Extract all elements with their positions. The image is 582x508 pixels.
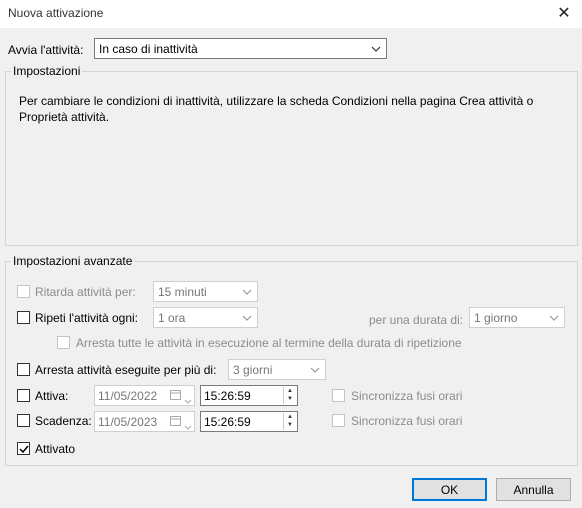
expire-checkbox[interactable]	[17, 414, 30, 427]
delay-label: Ritarda attività per:	[35, 285, 136, 299]
settings-group-label: Impostazioni	[11, 64, 83, 78]
stop-longer-checkbox[interactable]	[17, 363, 30, 376]
settings-description: Per cambiare le condizioni di inattività…	[19, 94, 534, 124]
spin-up-icon[interactable]: ▲	[284, 413, 296, 421]
delay-checkbox[interactable]	[17, 285, 30, 298]
activate-date-picker[interactable]: 11/05/2022	[94, 385, 195, 406]
spin-down-icon[interactable]: ▼	[284, 421, 296, 429]
repeat-value: 1 ora	[158, 310, 186, 325]
expire-time-field[interactable]: 15:26:59 ▲ ▼	[200, 411, 298, 432]
delay-value: 15 minuti	[158, 284, 207, 299]
calendar-icon	[170, 415, 181, 429]
duration-label: per una durata di:	[369, 313, 464, 327]
advanced-group-label: Impostazioni avanzate	[11, 254, 135, 268]
stop-longer-value: 3 giorni	[233, 362, 273, 377]
stop-all-checkbox[interactable]	[57, 336, 70, 349]
expire-sync-label: Sincronizza fusi orari	[351, 414, 463, 428]
close-icon[interactable]: ✕	[550, 2, 578, 24]
chevron-down-icon	[239, 282, 255, 301]
delay-select[interactable]: 15 minuti	[153, 281, 258, 302]
repeat-label: Ripeti l'attività ogni:	[35, 311, 139, 325]
ok-button[interactable]: OK	[412, 478, 487, 501]
trigger-select-value: In caso di inattività	[99, 41, 198, 56]
trigger-select[interactable]: In caso di inattività	[94, 38, 387, 59]
activate-time-value: 15:26:59	[204, 388, 251, 403]
activate-label: Attiva:	[35, 389, 69, 403]
stop-longer-select[interactable]: 3 giorni	[228, 359, 326, 380]
activate-checkbox[interactable]	[17, 389, 30, 402]
enabled-label: Attivato	[35, 442, 76, 456]
repeat-checkbox[interactable]	[17, 311, 30, 324]
trigger-label: Avvia l'attività:	[8, 43, 84, 57]
time-spinner[interactable]: ▲ ▼	[283, 413, 296, 430]
spin-up-icon[interactable]: ▲	[284, 387, 296, 395]
expire-label: Scadenza:	[35, 414, 92, 428]
chevron-down-icon	[546, 308, 562, 327]
expire-sync-checkbox[interactable]	[332, 414, 345, 427]
window-title: Nuova attivazione	[8, 6, 104, 20]
chevron-down-icon	[184, 419, 192, 433]
chevron-down-icon	[239, 308, 255, 327]
chevron-down-icon	[184, 393, 192, 407]
time-spinner[interactable]: ▲ ▼	[283, 387, 296, 404]
calendar-icon	[170, 389, 181, 403]
expire-time-value: 15:26:59	[204, 414, 251, 429]
checkmark-icon	[18, 445, 29, 453]
chevron-down-icon	[368, 39, 384, 58]
duration-value: 1 giorno	[474, 310, 518, 325]
chevron-down-icon	[307, 360, 323, 379]
expire-date-picker[interactable]: 11/05/2023	[94, 411, 195, 432]
stop-longer-label: Arresta attività eseguite per più di:	[35, 363, 217, 377]
repeat-select[interactable]: 1 ora	[153, 307, 258, 328]
duration-select[interactable]: 1 giorno	[469, 307, 565, 328]
stop-all-label: Arresta tutte le attività in esecuzione …	[76, 336, 462, 350]
activate-date-value: 11/05/2022	[98, 388, 158, 403]
activate-sync-checkbox[interactable]	[332, 389, 345, 402]
activate-sync-label: Sincronizza fusi orari	[351, 389, 463, 403]
expire-date-value: 11/05/2023	[98, 414, 158, 429]
spin-down-icon[interactable]: ▼	[284, 395, 296, 403]
cancel-button[interactable]: Annulla	[496, 478, 571, 501]
enabled-checkbox[interactable]	[17, 442, 30, 455]
activate-time-field[interactable]: 15:26:59 ▲ ▼	[200, 385, 298, 406]
